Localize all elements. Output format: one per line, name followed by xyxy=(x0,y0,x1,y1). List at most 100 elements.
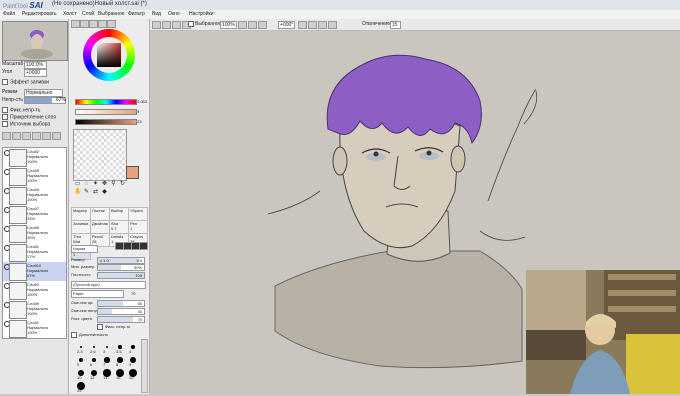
angle-field[interactable]: +000° xyxy=(278,21,295,29)
merge-layer-button[interactable] xyxy=(32,132,41,140)
brush-size-dot[interactable] xyxy=(105,345,109,349)
brush-shape-select[interactable]: (Простой круг) xyxy=(71,281,146,289)
size-slider[interactable]: x 1.0 9.0 xyxy=(97,257,145,264)
selection-checkbox[interactable] xyxy=(188,21,194,27)
deselect-button[interactable] xyxy=(172,21,181,29)
brush-tool[interactable]: Выбор xyxy=(109,207,129,221)
zoom-value[interactable]: 100.0% xyxy=(24,61,47,69)
eyedropper-icon[interactable]: ✎ xyxy=(83,189,90,196)
menu-edit[interactable]: Редактировать xyxy=(22,11,57,17)
brush-mode-select[interactable]: Норма xyxy=(71,245,98,253)
angle-value[interactable]: +0000 xyxy=(24,69,47,77)
menu-filter[interactable]: Фильтр xyxy=(128,11,145,17)
advanced-checkbox[interactable] xyxy=(71,332,77,338)
menu-file[interactable]: Файл xyxy=(3,11,15,17)
swap-icon[interactable]: ⇄ xyxy=(92,189,99,196)
rotate-icon[interactable]: ↻ xyxy=(119,181,126,188)
fill-effect[interactable]: Эффект заливки xyxy=(2,79,49,85)
rotate-right-button[interactable] xyxy=(308,21,317,29)
scratchpad-tab[interactable] xyxy=(107,20,116,28)
menu-layer[interactable]: Слой xyxy=(82,11,94,17)
undo-button[interactable] xyxy=(152,21,161,29)
delete-layer-button[interactable] xyxy=(52,132,61,140)
menu-selection[interactable]: Выбранное xyxy=(98,11,124,17)
brush-size-dot[interactable] xyxy=(80,346,82,348)
scratchpad[interactable] xyxy=(73,129,127,181)
move-icon[interactable]: ✥ xyxy=(101,181,108,188)
keep-opacity-checkbox[interactable] xyxy=(2,107,8,113)
primary-color-swatch[interactable] xyxy=(126,166,139,179)
clip-layer[interactable]: Прикрепление слоя xyxy=(2,114,56,120)
color-wheel[interactable] xyxy=(83,29,135,81)
brush-tool[interactable]: Ластик xyxy=(90,207,110,221)
texture-select[interactable]: Paper xyxy=(71,290,124,298)
menu-canvas[interactable]: Холст xyxy=(63,11,77,17)
layer-row[interactable]: Слой7 Нормально 33% xyxy=(3,205,66,225)
menu-view[interactable]: Вид xyxy=(152,11,161,17)
menu-settings[interactable]: Настройки xyxy=(189,11,214,17)
hue-slider[interactable] xyxy=(75,99,137,105)
flip-button[interactable] xyxy=(328,21,337,29)
advanced-toggle[interactable]: Дополнительно xyxy=(71,332,108,338)
navigator-preview[interactable] xyxy=(2,21,68,61)
brush-size-scrollbar[interactable] xyxy=(141,339,148,393)
density-slider[interactable]: 100 xyxy=(97,272,145,279)
brush-size-dot[interactable] xyxy=(92,345,96,349)
clear-layer-button[interactable] xyxy=(42,132,51,140)
menu-window[interactable]: Окно xyxy=(168,11,180,17)
layer-row[interactable]: Слой1 Нормально 100% xyxy=(3,319,66,338)
blend-slider[interactable]: 55 xyxy=(97,300,145,307)
min-size-slider[interactable]: 50% xyxy=(97,264,145,271)
zoom-out-button[interactable] xyxy=(238,21,247,29)
shape-round-button[interactable] xyxy=(139,242,148,250)
swatches-tab[interactable] xyxy=(98,20,107,28)
magic-wand-icon[interactable]: ✦ xyxy=(92,181,99,188)
keep-opacity-brush-checkbox[interactable] xyxy=(97,324,103,330)
value-slider[interactable] xyxy=(75,119,137,125)
copy-layer-button[interactable] xyxy=(22,132,31,140)
rotate-left-button[interactable] xyxy=(298,21,307,29)
rgb-tab[interactable] xyxy=(80,20,89,28)
keep-opacity[interactable]: Фикс.непр-ть xyxy=(2,107,40,113)
fill-icon[interactable]: ◆ xyxy=(101,189,108,196)
keep-opacity-brush[interactable]: Фикс. непр-ть xyxy=(97,324,130,330)
layer-row[interactable]: Слой1 Нормально 17% xyxy=(3,243,66,263)
lasso-icon[interactable]: ◌ xyxy=(83,181,90,188)
dilution-slider[interactable]: 30 xyxy=(97,308,145,315)
zoom-reset-button[interactable] xyxy=(258,21,267,29)
brush-tool[interactable]: Маркер xyxy=(71,207,91,221)
sv-square[interactable] xyxy=(97,43,121,67)
layer-row[interactable]: Слой6 Нормально 25% xyxy=(3,224,66,244)
hand-icon[interactable]: ✋ xyxy=(74,189,81,196)
blend-mode-select[interactable]: Нормально xyxy=(24,89,63,97)
zoom-in-button[interactable] xyxy=(248,21,257,29)
brush-tool[interactable]: Двойная xyxy=(90,220,110,234)
brush-tool[interactable]: Pen 1 xyxy=(128,220,148,234)
selection-source[interactable]: Источник выбора xyxy=(2,121,50,127)
layer-row[interactable]: Слой10 Нормально 67% xyxy=(3,262,66,282)
layer-row[interactable]: Слой2 Нормально 100% xyxy=(3,148,66,168)
zoom-field[interactable]: 100% xyxy=(220,21,237,29)
layer-row[interactable]: Слой5 Нормально 100% xyxy=(3,167,66,187)
brush-size-dot[interactable] xyxy=(78,357,84,363)
zoom-icon[interactable]: ⚲ xyxy=(110,181,117,188)
stabilizer-field[interactable]: 15 xyxy=(390,21,401,29)
rotate-reset-button[interactable] xyxy=(318,21,327,29)
color-wheel-tab[interactable] xyxy=(71,20,80,28)
redo-button[interactable] xyxy=(162,21,171,29)
saturation-slider[interactable] xyxy=(75,109,137,115)
layer-row[interactable]: Слой3 Нормально 100% xyxy=(3,281,66,301)
select-icon[interactable]: ▭ xyxy=(74,181,81,188)
brush-tool[interactable]: Sha 0.7 xyxy=(109,220,129,234)
fill-effect-checkbox[interactable] xyxy=(2,79,8,85)
persistence-slider[interactable]: 75 xyxy=(97,316,145,323)
brush-size-dot[interactable] xyxy=(131,345,135,349)
brush-tool[interactable]: Заливка xyxy=(71,220,91,234)
new-layer-button[interactable] xyxy=(2,132,11,140)
brush-size-dot[interactable] xyxy=(91,357,97,363)
brush-tool[interactable]: Убрать xyxy=(128,207,148,221)
layer-row[interactable]: Слой9 Нормально 100% xyxy=(3,300,66,320)
layer-row[interactable]: Слой4 Нормально 100% xyxy=(3,186,66,206)
clip-layer-checkbox[interactable] xyxy=(2,114,8,120)
hsv-tab[interactable] xyxy=(89,20,98,28)
